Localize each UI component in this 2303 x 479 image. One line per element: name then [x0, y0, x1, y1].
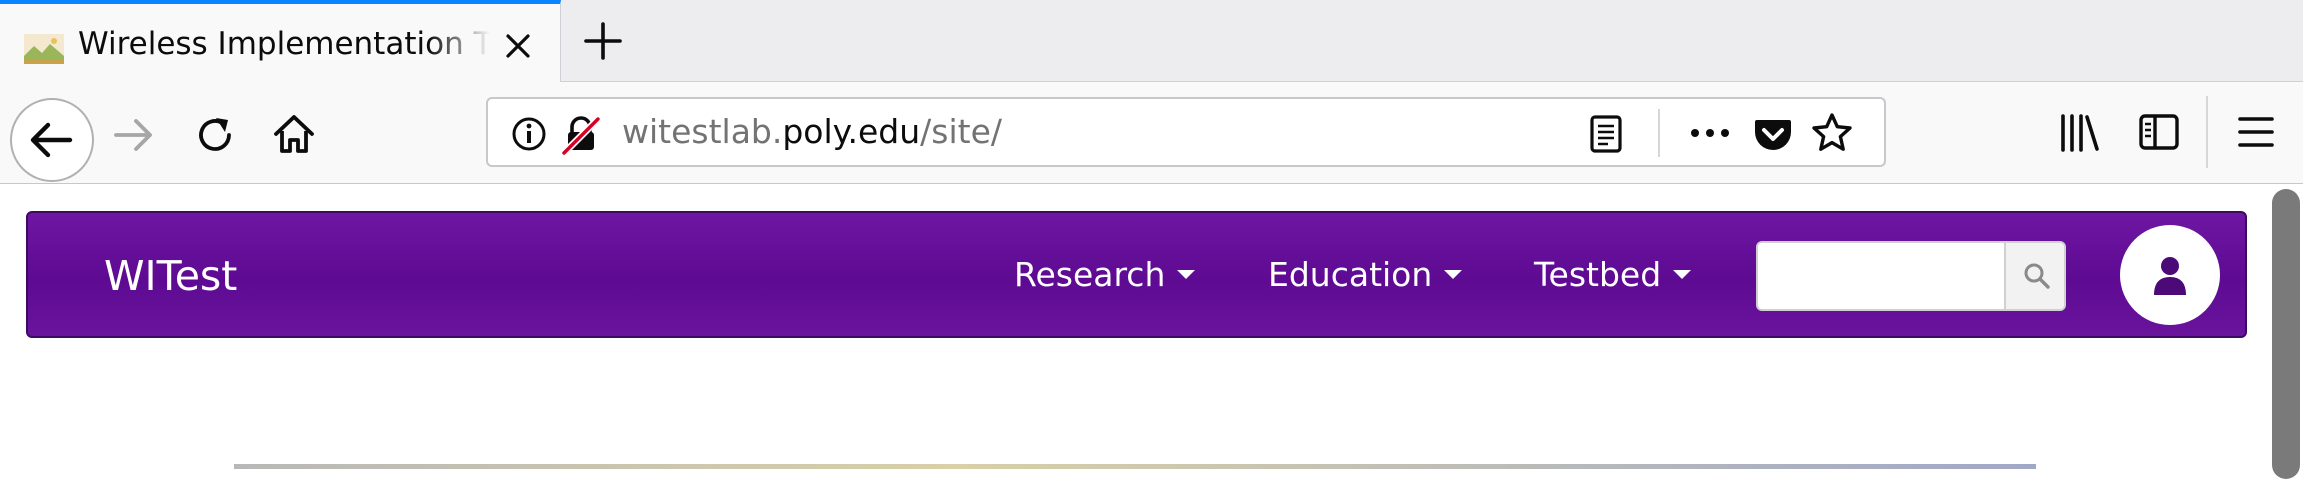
arrow-right-icon[interactable] — [110, 112, 156, 158]
menu-item-education[interactable]: Education — [1268, 253, 1463, 297]
caret-down-icon — [1177, 270, 1196, 279]
search-button[interactable] — [2004, 243, 2064, 309]
caret-down-icon — [1444, 270, 1463, 279]
library-icon[interactable] — [2058, 112, 2102, 154]
insecure-lock-icon[interactable] — [560, 113, 602, 155]
sidebar-icon[interactable] — [2138, 112, 2180, 152]
url-domain: poly.edu — [782, 112, 921, 151]
info-icon[interactable] — [510, 115, 548, 153]
menu-item-label: Research — [1014, 255, 1166, 294]
url-bar-divider — [1658, 109, 1660, 157]
new-tab-icon[interactable] — [580, 18, 626, 64]
hamburger-menu-icon[interactable] — [2236, 114, 2276, 150]
tab-bar: Wireless Implementation Testbed Lab — [0, 0, 2303, 83]
user-account-button[interactable] — [2120, 225, 2220, 325]
hero-image — [234, 464, 2036, 469]
close-icon[interactable] — [502, 30, 534, 62]
site-search — [1756, 241, 2066, 311]
arrow-left-icon — [30, 122, 73, 158]
site-navbar: WITest Research Education Testbed — [26, 211, 2247, 338]
more-actions-icon[interactable] — [1688, 119, 1732, 147]
url-path: /site/ — [920, 112, 1002, 151]
tab-title: Wireless Implementation Testbed Lab — [78, 26, 490, 62]
site-brand[interactable]: WITest — [104, 251, 237, 301]
search-input[interactable] — [1758, 243, 2004, 309]
reader-view-icon[interactable] — [1588, 114, 1624, 154]
home-icon[interactable] — [270, 110, 318, 158]
navigation-toolbar: witestlab.poly.edu/site/ — [0, 82, 2303, 184]
menu-item-label: Education — [1268, 255, 1433, 294]
back-button[interactable] — [10, 98, 94, 182]
menu-item-label: Testbed — [1534, 255, 1662, 294]
scrollbar-thumb[interactable] — [2272, 189, 2300, 479]
search-icon — [2024, 263, 2050, 289]
browser-tab[interactable]: Wireless Implementation Testbed Lab — [0, 0, 561, 83]
star-icon[interactable] — [1810, 111, 1854, 155]
url-bar[interactable]: witestlab.poly.edu/site/ — [486, 97, 1886, 167]
landscape-favicon-icon — [24, 34, 64, 64]
menu-item-testbed[interactable]: Testbed — [1534, 253, 1692, 297]
browser-chrome: Wireless Implementation Testbed Lab — [0, 0, 2303, 184]
menu-item-research[interactable]: Research — [1014, 253, 1196, 297]
url-prefix: witestlab. — [622, 112, 783, 151]
caret-down-icon — [1673, 270, 1692, 279]
page-content: WITest Research Education Testbed — [0, 185, 2303, 479]
toolbar-divider — [2206, 96, 2208, 168]
url-text[interactable]: witestlab.poly.edu/site/ — [622, 99, 1002, 165]
pocket-icon[interactable] — [1752, 113, 1794, 155]
reload-icon[interactable] — [192, 112, 238, 158]
user-icon — [2154, 257, 2186, 295]
